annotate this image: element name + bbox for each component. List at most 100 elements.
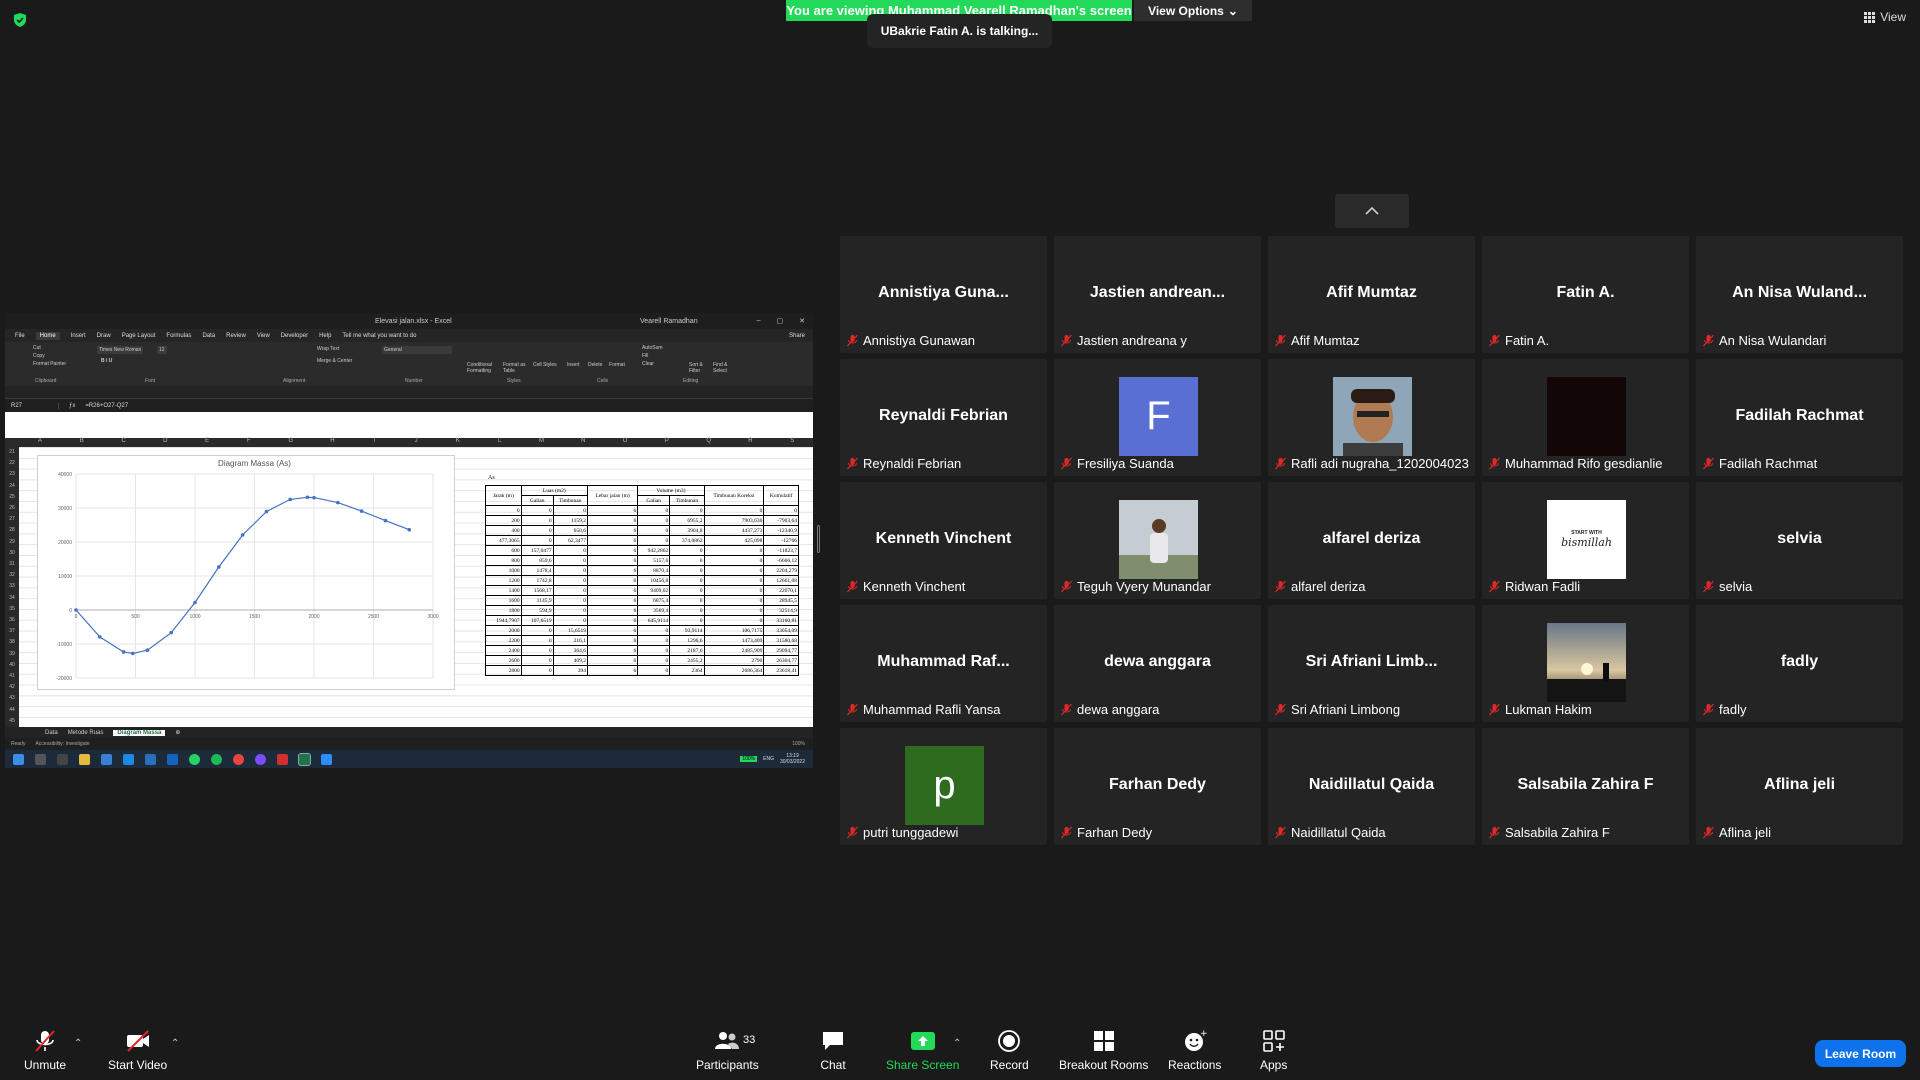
table-cell[interactable]: 6 [586, 615, 639, 626]
language-indicator[interactable]: ENG [763, 756, 774, 762]
table-cell[interactable]: 1200 [485, 575, 522, 586]
row-header[interactable]: 39 [5, 649, 19, 660]
merge-center-button[interactable]: Merge & Center [317, 358, 352, 364]
table-cell[interactable]: 6 [586, 515, 639, 526]
table-cell[interactable]: 0 [669, 505, 705, 516]
table-cell[interactable]: 2364 [669, 665, 705, 676]
table-cell[interactable]: 0 [669, 555, 705, 566]
table-cell[interactable]: 8870,4 [637, 565, 671, 576]
table-cell[interactable]: 157,0477 [520, 545, 554, 556]
table-cell[interactable]: 0 [552, 595, 588, 606]
menu-data[interactable]: Data [202, 333, 215, 339]
copy-button[interactable]: Copy [33, 353, 45, 359]
column-header[interactable]: Q [688, 438, 730, 447]
table-cell[interactable]: 0 [520, 525, 554, 536]
table-cell[interactable]: 2485,909 [703, 645, 765, 656]
column-header[interactable]: L [479, 438, 521, 447]
row-header[interactable]: 35 [5, 604, 19, 615]
table-cell[interactable]: 0 [552, 605, 588, 616]
table-cell[interactable]: 0 [703, 545, 765, 556]
row-header[interactable]: 31 [5, 559, 19, 570]
table-cell[interactable]: 2455,2 [669, 655, 705, 666]
table-cell[interactable]: 0 [669, 545, 705, 556]
participant-tile[interactable]: Rafli adi nugraha_1202004023 [1268, 359, 1475, 476]
start-video-button[interactable]: Start Video [108, 1028, 167, 1072]
table-cell[interactable]: -12340,9 [763, 525, 799, 536]
column-header[interactable]: O [604, 438, 646, 447]
spotify-icon[interactable] [211, 753, 222, 765]
apps-button[interactable]: Apps [1260, 1028, 1287, 1072]
view-options-button[interactable]: View Options ⌄ [1134, 0, 1252, 21]
table-cell[interactable]: 0 [552, 545, 588, 556]
mail-icon[interactable] [167, 753, 178, 765]
table-cell[interactable]: 425,098 [703, 535, 765, 546]
store-icon[interactable] [101, 753, 112, 765]
menu-help[interactable]: Help [319, 333, 331, 339]
row-header[interactable]: 29 [5, 537, 19, 548]
table-cell[interactable]: 0 [520, 535, 554, 546]
row-header[interactable]: 21 [5, 447, 19, 458]
table-cell[interactable]: 477,3065 [485, 535, 522, 546]
table-cell[interactable]: 0 [669, 585, 705, 596]
table-cell[interactable]: 4437,273 [703, 525, 765, 536]
table-cell[interactable]: 0 [552, 555, 588, 566]
audio-options-caret[interactable]: ⌃ [74, 1038, 82, 1049]
participant-tile[interactable]: Farhan Dedy Farhan Dedy [1054, 728, 1261, 845]
column-header[interactable]: C [103, 438, 145, 447]
table-cell[interactable]: 0 [520, 645, 554, 656]
fill-button[interactable]: Fill [642, 353, 648, 359]
table-cell[interactable]: 31580,68 [763, 635, 799, 646]
participant-tile[interactable]: Teguh Vyery Munandar [1054, 482, 1261, 599]
table-cell[interactable]: -6666,12 [763, 555, 799, 566]
menu-file[interactable]: File [15, 333, 25, 339]
share-options-caret[interactable]: ⌃ [953, 1038, 961, 1049]
participant-tile[interactable]: Kenneth Vinchent Kenneth Vinchent [840, 482, 1047, 599]
zoom-level[interactable]: 100% [792, 741, 805, 747]
share-button[interactable]: Share [789, 333, 805, 339]
table-cell[interactable]: 942,2862 [637, 545, 671, 556]
table-cell[interactable]: 15,6519 [552, 625, 588, 636]
breakout-rooms-button[interactable]: Breakout Rooms [1059, 1028, 1148, 1072]
participant-tile[interactable]: Fadilah Rachmat Fadilah Rachmat [1696, 359, 1903, 476]
table-cell[interactable]: 0 [485, 505, 522, 516]
participant-tile[interactable]: dewa anggara dewa anggara [1054, 605, 1261, 722]
column-header[interactable]: K [437, 438, 479, 447]
table-cell[interactable]: 0 [637, 515, 671, 526]
table-cell[interactable]: 0 [703, 575, 765, 586]
sheet-tab-diagram-massa[interactable]: Diagram Massa [113, 729, 166, 736]
table-cell[interactable]: 106,7175 [703, 625, 765, 636]
table-cell[interactable]: 409,2 [552, 655, 588, 666]
table-cell[interactable]: 0 [703, 565, 765, 576]
column-header[interactable]: I [353, 438, 395, 447]
record-button[interactable]: Record [990, 1028, 1029, 1072]
bold-button[interactable]: B I U [101, 358, 112, 364]
table-cell[interactable]: 6 [586, 555, 639, 566]
table-cell[interactable]: 0 [669, 595, 705, 606]
table-cell[interactable]: 0 [520, 655, 554, 666]
participant-tile[interactable]: fadly fadly [1696, 605, 1903, 722]
table-cell[interactable]: 1296,6 [669, 635, 705, 646]
menu-formulas[interactable]: Formulas [166, 333, 191, 339]
participant-tile[interactable]: Muhammad Rifo gesdianlie [1482, 359, 1689, 476]
table-cell[interactable]: 6 [586, 655, 639, 666]
table-cell[interactable]: 0 [669, 615, 705, 626]
find-select-button[interactable]: Find & Select [713, 362, 735, 374]
conditional-formatting-button[interactable]: Conditional Formatting [467, 362, 501, 374]
table-cell[interactable]: 33160,81 [763, 615, 799, 626]
column-header[interactable]: H [312, 438, 354, 447]
table-cell[interactable]: 23618,41 [763, 665, 799, 676]
column-header[interactable]: R [730, 438, 772, 447]
sheet-tab-data[interactable]: Data [45, 730, 58, 736]
shared-screen[interactable]: Elevasi jalan.xlsx - Excel Vearell Ramad… [5, 313, 813, 768]
resize-handle[interactable] [817, 525, 820, 553]
unmute-button[interactable]: Unmute [24, 1028, 66, 1072]
table-cell[interactable]: 0 [669, 575, 705, 586]
table-cell[interactable]: 0 [552, 585, 588, 596]
table-cell[interactable]: 2000 [485, 625, 522, 636]
table-cell[interactable]: 0 [637, 655, 671, 666]
participant-tile[interactable]: An Nisa Wuland... An Nisa Wulandari [1696, 236, 1903, 353]
column-header[interactable]: D [144, 438, 186, 447]
participant-tile[interactable]: Salsabila Zahira F Salsabila Zahira F [1482, 728, 1689, 845]
chrome-icon[interactable] [233, 753, 244, 765]
window-controls[interactable]: – ▢ ✕ [757, 317, 805, 325]
